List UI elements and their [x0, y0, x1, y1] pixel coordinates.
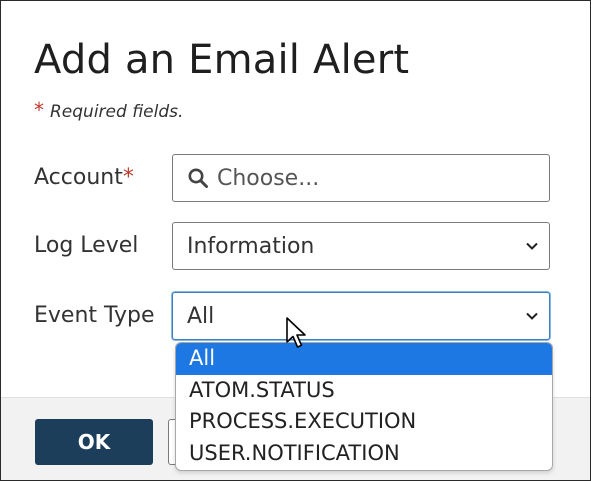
dialog-title: Add an Email Alert	[34, 37, 410, 83]
chevron-down-icon	[526, 312, 538, 320]
required-note-text: Required fields.	[50, 102, 184, 122]
dropdown-option-atom-status[interactable]: ATOM.STATUS	[176, 375, 552, 407]
account-placeholder: Choose...	[217, 165, 320, 191]
chevron-down-icon	[526, 242, 538, 250]
dropdown-option-user-notification[interactable]: USER.NOTIFICATION	[176, 438, 552, 470]
event-type-value: All	[187, 303, 215, 329]
log-level-label: Log Level	[34, 233, 139, 258]
ok-button[interactable]: OK	[35, 419, 153, 465]
dropdown-option-all[interactable]: All	[176, 343, 552, 375]
account-label-text: Account	[34, 165, 123, 190]
event-type-dropdown-list: All ATOM.STATUS PROCESS.EXECUTION USER.N…	[175, 342, 553, 471]
account-label: Account*	[34, 165, 134, 190]
account-search-field[interactable]: Choose...	[172, 154, 550, 202]
email-alert-dialog: Add an Email Alert * Required fields. Acc…	[0, 0, 591, 481]
dropdown-option-process-execution[interactable]: PROCESS.EXECUTION	[176, 406, 552, 438]
search-icon	[188, 168, 208, 188]
mouse-cursor-icon	[286, 317, 306, 348]
account-required-star: *	[122, 165, 134, 190]
log-level-value: Information	[187, 233, 315, 259]
required-fields-note: * Required fields.	[34, 98, 183, 122]
event-type-label: Event Type	[34, 303, 155, 328]
event-type-select[interactable]: All	[172, 292, 550, 340]
required-star: *	[34, 98, 44, 122]
log-level-select[interactable]: Information	[172, 222, 550, 270]
